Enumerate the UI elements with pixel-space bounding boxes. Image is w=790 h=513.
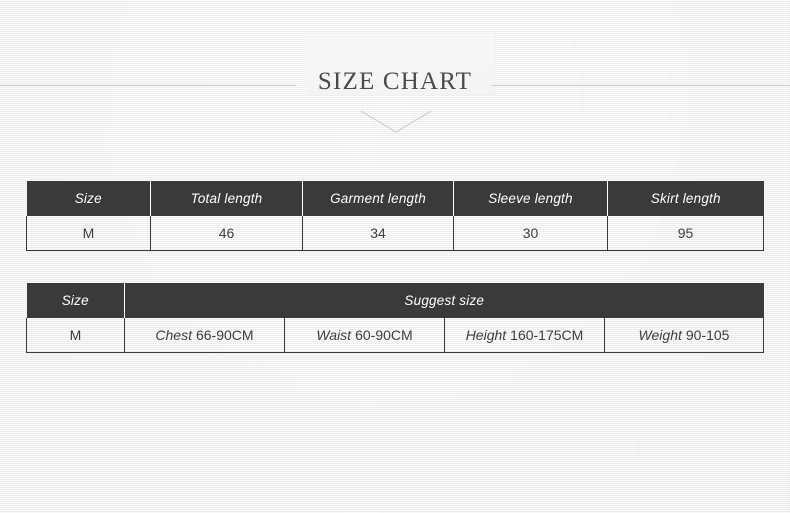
chest-label: Chest bbox=[155, 327, 192, 343]
column-header-total-length: Total length bbox=[150, 181, 303, 216]
chest-measurement: Chest 66-90CM bbox=[155, 327, 253, 343]
waist-label: Waist bbox=[316, 327, 352, 343]
weight-measurement: Weight 90-105 bbox=[639, 327, 730, 343]
cell-sleeve-length: 30 bbox=[453, 216, 608, 251]
waist-value: 60-90CM bbox=[355, 327, 413, 343]
height-value: 160-175CM bbox=[510, 327, 584, 343]
height-measurement: Height 160-175CM bbox=[466, 327, 584, 343]
column-header-size: Size bbox=[61, 293, 89, 308]
column-header-skirt-length: Skirt length bbox=[607, 181, 764, 216]
cell-size: M bbox=[26, 318, 125, 353]
chest-value: 66-90CM bbox=[195, 327, 254, 343]
cell-weight: Weight 90-105 bbox=[603, 318, 765, 353]
cell-total-length: 46 bbox=[150, 216, 303, 251]
cell-chest: Chest 66-90CM bbox=[124, 318, 285, 353]
table-header-row: Size Suggest size bbox=[26, 283, 764, 318]
cell-waist: Waist 60-90CM bbox=[284, 318, 445, 353]
column-header-suggest-size: Suggest size bbox=[123, 283, 764, 318]
column-header-garment-length: Garment length bbox=[302, 181, 454, 216]
column-header-size: Size bbox=[74, 191, 102, 206]
weight-label: Weight bbox=[638, 327, 682, 343]
waist-measurement: Waist 60-90CM bbox=[316, 327, 412, 343]
table-row: M Chest 66-90CM Waist 60-90CM Height 160-17… bbox=[26, 318, 765, 353]
height-label: Height bbox=[465, 327, 507, 343]
table-row: M 46 34 30 95 bbox=[26, 216, 764, 251]
title-block: SIZE CHART bbox=[0, 0, 790, 160]
page-title: SIZE CHART bbox=[317, 68, 473, 95]
cell-garment-length: 34 bbox=[302, 216, 454, 251]
measurements-table: Size Total length Garment length Sleeve … bbox=[26, 181, 764, 251]
weight-value: 90-105 bbox=[685, 327, 730, 343]
cell-skirt-length: 95 bbox=[607, 216, 764, 251]
cell-size: M bbox=[26, 216, 151, 251]
suggest-size-table: Size Suggest size M Chest 66-90CM Waist 60… bbox=[26, 283, 765, 353]
table-header-row: Size Total length Garment length Sleeve … bbox=[26, 181, 764, 216]
chevron-down-icon bbox=[360, 110, 432, 134]
column-header-sleeve-length: Sleeve length bbox=[453, 181, 608, 216]
cell-height: Height 160-175CM bbox=[444, 318, 605, 353]
